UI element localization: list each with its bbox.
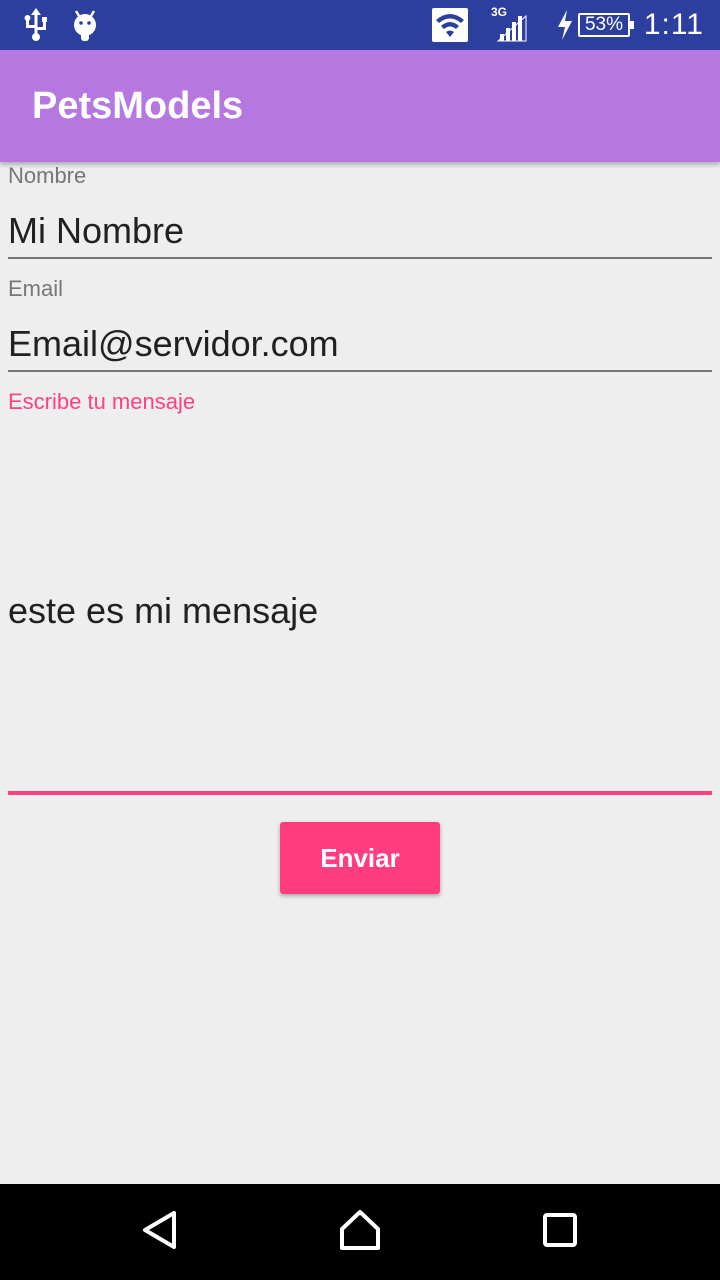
back-icon [140, 1210, 180, 1255]
status-bar: 3G 53% 1:11 [0, 0, 720, 50]
recent-apps-button[interactable] [510, 1184, 610, 1280]
email-field-underline [8, 370, 712, 372]
email-field[interactable]: Email@servidor.com [8, 323, 339, 365]
navigation-bar [0, 1184, 720, 1280]
home-icon [338, 1209, 382, 1256]
message-field-underline [8, 791, 712, 795]
screen: 3G 53% 1:11 PetsModels Nombre Mi Nombre [0, 0, 720, 1280]
app-title: PetsModels [32, 84, 244, 127]
back-button[interactable] [110, 1184, 210, 1280]
clock: 1:11 [643, 8, 704, 41]
name-label: Nombre [8, 163, 87, 188]
charging-bolt-icon [556, 0, 574, 50]
battery-percent: 53% [578, 13, 634, 37]
send-button[interactable]: Enviar [280, 822, 440, 894]
name-field-underline [8, 257, 712, 259]
signal-icon [492, 0, 528, 50]
message-field[interactable]: este es mi mensaje [8, 590, 318, 632]
message-label: Escribe tu mensaje [8, 389, 196, 414]
app-bar: PetsModels [0, 50, 720, 162]
wifi-icon [432, 0, 468, 50]
home-button[interactable] [310, 1184, 410, 1280]
email-label: Email [8, 276, 64, 301]
battery-icon: 53% [578, 0, 634, 50]
android-debug-icon [70, 0, 100, 50]
name-field[interactable]: Mi Nombre [8, 210, 184, 252]
usb-icon [22, 0, 50, 50]
recent-apps-icon [542, 1212, 578, 1253]
